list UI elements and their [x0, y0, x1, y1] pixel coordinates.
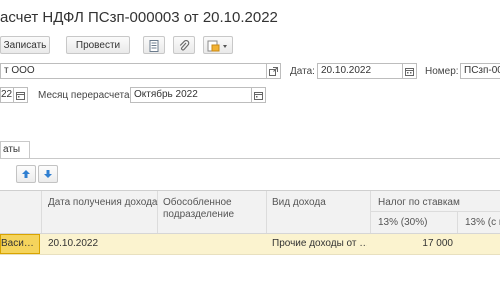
column-header-rate-13-30[interactable]: 13% (30%) — [378, 217, 427, 229]
tax-table: Дата получения дохода Обособленное подра… — [0, 190, 500, 301]
move-down-button[interactable] — [38, 165, 58, 183]
organization-field[interactable]: т ООО — [0, 63, 267, 79]
recalc-month-label: Месяц перерасчета: — [38, 90, 133, 101]
column-header-income-type[interactable]: Вид дохода — [272, 197, 326, 209]
employee-cell[interactable]: Васи… — [0, 234, 40, 254]
calendar-icon[interactable] — [403, 63, 417, 79]
arrow-down-icon — [44, 170, 52, 178]
recalc-calendar-icon[interactable] — [252, 87, 266, 103]
arrow-up-icon — [22, 170, 30, 178]
move-up-button[interactable] — [16, 165, 36, 183]
number-label: Номер: — [425, 66, 459, 77]
month-calendar-icon[interactable] — [14, 87, 28, 103]
tab-divider — [0, 158, 500, 159]
subdivision-cell[interactable] — [163, 234, 263, 254]
document-title: асчет НДФЛ ПСзп-000003 от 20.10.2022 — [0, 9, 278, 26]
table-row[interactable]: Васи… 20.10.2022 Прочие доходы от … 17 0… — [0, 234, 500, 255]
report-icon[interactable] — [143, 36, 165, 54]
date-field[interactable]: 20.10.2022 — [317, 63, 403, 79]
column-header-rate-13-next[interactable]: 13% (с п — [465, 217, 500, 229]
tax-13-cell[interactable]: 17 000 — [372, 234, 453, 254]
date-cell[interactable]: 20.10.2022 — [48, 234, 153, 254]
tax-13-next-cell[interactable] — [460, 234, 500, 254]
print-menu-button[interactable] — [203, 36, 233, 54]
month-field[interactable]: 22 — [0, 87, 14, 103]
open-icon[interactable] — [267, 63, 281, 79]
tab-payments[interactable]: аты — [0, 141, 30, 158]
number-field[interactable]: ПСзп-00 — [460, 63, 500, 79]
date-label: Дата: — [290, 66, 315, 77]
save-button[interactable]: Записать — [0, 36, 50, 54]
attachment-icon[interactable] — [173, 36, 195, 54]
column-header-tax-by-rates[interactable]: Налог по ставкам — [378, 197, 460, 209]
income-type-cell[interactable]: Прочие доходы от … — [272, 234, 367, 254]
column-header-subdivision[interactable]: Обособленное подразделение — [163, 197, 263, 221]
recalc-month-field[interactable]: Октябрь 2022 — [130, 87, 252, 103]
column-header-date[interactable]: Дата получения дохода — [48, 197, 158, 209]
post-button[interactable]: Провести — [66, 36, 130, 54]
